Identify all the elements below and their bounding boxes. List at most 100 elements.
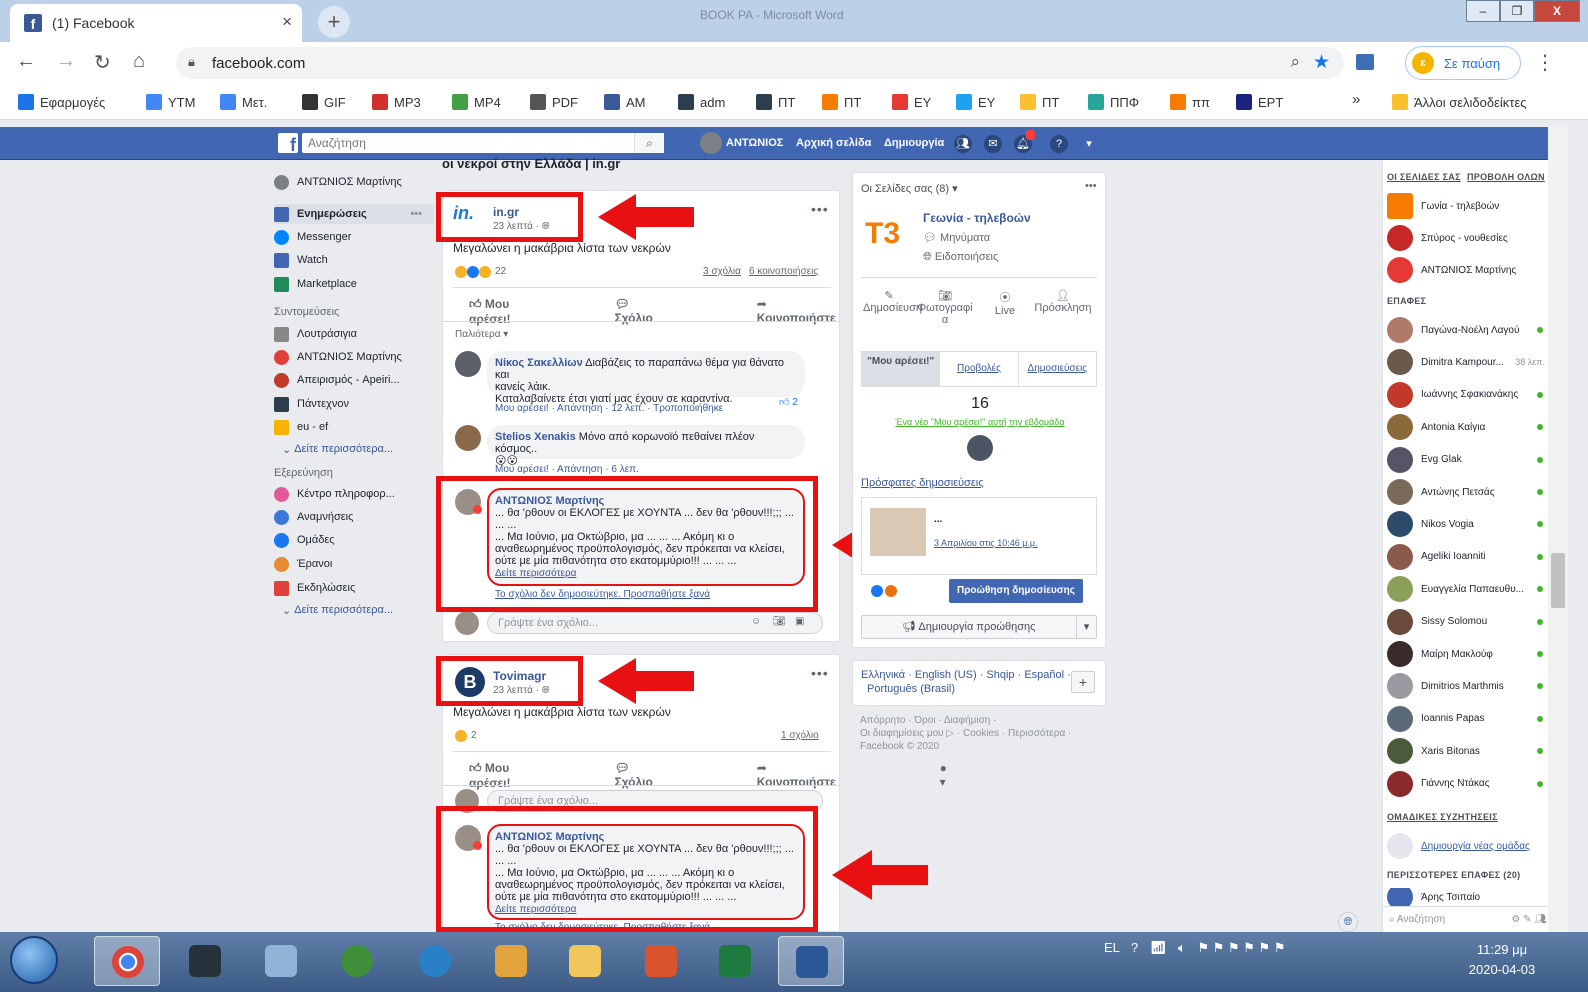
url-bar[interactable]: 🔒︎ facebook.com ⌕ ★ — [176, 47, 1344, 79]
page-name[interactable]: Γεωνία - τηλεβοών — [923, 211, 1031, 225]
recent-post-preview[interactable]: ... 3 Απριλίου στις 10:46 μ.μ. — [861, 497, 1097, 575]
tab-close-icon[interactable]: × — [282, 12, 292, 32]
bookmark-item[interactable]: GIF — [302, 94, 346, 110]
comments-count-link[interactable]: 3 σχόλια — [703, 266, 741, 277]
chat-options-icon[interactable]: ⚙ ✎ 👥︎ — [1511, 914, 1547, 925]
facebook-logo-icon[interactable]: f — [278, 133, 298, 155]
word-taskbar-button[interactable] — [778, 936, 844, 986]
create-link[interactable]: Δημιουργία — [884, 137, 944, 149]
post-menu-icon[interactable]: ••• — [811, 665, 829, 681]
photo-button[interactable]: 📷︎ Φωτογραφί α — [915, 289, 975, 326]
add-language-button[interactable]: + — [1071, 671, 1095, 693]
page-messages[interactable]: 💬︎ Μηνύματα — [923, 231, 990, 244]
bookmark-item[interactable]: ΠΤ — [822, 94, 861, 110]
nav-shortcut[interactable]: Λουτράσιγια — [274, 324, 434, 344]
minimize-button[interactable]: – — [1466, 0, 1500, 22]
new-like-link[interactable]: Ένα νέο "Μου αρέσει!" αυτή την εβδομάδα — [853, 417, 1107, 427]
chat-contact-row[interactable]: Sissy Solomou — [1387, 608, 1547, 636]
bookmark-item[interactable]: MP4 — [452, 94, 501, 110]
nav-profile[interactable]: ΑΝΤΩΝΙΟΣ Μαρτίνης — [274, 172, 434, 192]
dropdown-arrow-icon[interactable]: ▾ — [1076, 616, 1096, 638]
live-button[interactable]: ⦿ Live — [987, 289, 1023, 317]
comments-count-link[interactable]: 1 σχόλιο — [781, 730, 819, 741]
profile-link[interactable]: ΑΝΤΩΝΙΟΣ — [726, 137, 783, 149]
bookmark-item[interactable]: ΠΤ — [1020, 94, 1059, 110]
chat-contact-row[interactable]: Antonia Καίγια — [1387, 413, 1547, 441]
chat-page-row[interactable]: Σπύρος - vουθεσίες — [1387, 224, 1547, 252]
chrome-taskbar-button[interactable] — [94, 936, 160, 986]
chat-contact-row[interactable]: Παγώνα-Νοέλη Λαγού — [1387, 316, 1547, 344]
page-logo-icon[interactable]: T3 — [865, 213, 907, 255]
commenter-avatar[interactable] — [455, 351, 481, 377]
bookmark-item[interactable]: PDF — [530, 94, 578, 110]
more-dots-icon[interactable]: ••• — [1085, 180, 1097, 192]
messenger-icon[interactable]: ✉ — [984, 135, 1002, 153]
maximize-button[interactable]: ❐ — [1500, 0, 1534, 22]
bookmark-item[interactable]: Εφαρμογές — [18, 94, 105, 110]
create-group-row[interactable]: Δημιουργία νέας ομάδας — [1387, 832, 1547, 860]
recent-posts-link[interactable]: Πρόσφατες δημοσιεύσεις — [861, 477, 984, 489]
chat-page-row[interactable]: ΑΝΤΩΝΙΟΣ Μαρτίνης — [1387, 256, 1547, 284]
comment-sort-dropdown[interactable]: Παλιότερα ▾ — [455, 329, 508, 340]
app-taskbar-button[interactable] — [478, 936, 544, 986]
tab-likes[interactable]: "Μου αρέσει!" — [862, 352, 940, 386]
bookmark-item[interactable]: ΠΠΦ — [1088, 94, 1139, 110]
nav-explore[interactable]: Ομάδες — [274, 530, 434, 550]
powerpoint-taskbar-button[interactable] — [628, 936, 694, 986]
bookmark-star-icon[interactable]: ★ — [1313, 51, 1330, 74]
footer-line[interactable]: Οι διαφημίσεις μου ▷ · Cookies · Περισσό… — [860, 728, 1071, 739]
browser-tab[interactable]: f (1) Facebook × — [10, 4, 302, 42]
commenter-name[interactable]: Νίκος Σακελλίων — [495, 357, 583, 369]
audience-selector[interactable]: ● ▾ — [940, 761, 947, 790]
footer-line[interactable]: Απόρρητο · Όροι · Διαφήμιση · — [860, 715, 996, 726]
extension-icon[interactable] — [1356, 54, 1374, 70]
nav-explore[interactable]: Εκδηλώσεις — [274, 578, 434, 598]
start-button[interactable] — [10, 936, 58, 984]
app-taskbar-button[interactable] — [324, 936, 390, 986]
avatar[interactable] — [967, 435, 993, 461]
chat-contact-row[interactable]: Dimitrios Marthmis — [1387, 672, 1547, 700]
reaction-count[interactable]: 22 — [495, 266, 506, 277]
nav-shortcut[interactable]: eu - ef — [274, 417, 434, 437]
chat-contact-row[interactable]: Ioannis Papas — [1387, 705, 1547, 733]
bookmark-item[interactable]: YTM — [146, 94, 195, 110]
nav-shortcut[interactable]: Απειρισμός - Apeiri... — [274, 370, 434, 390]
see-more-shortcuts[interactable]: ⌄ Δείτε περισσότερα... — [274, 439, 434, 459]
calculator-taskbar-button[interactable] — [248, 936, 314, 986]
nav-shortcut[interactable]: Πάντεχνον — [274, 394, 434, 414]
search-icon[interactable]: ⌕ — [634, 133, 664, 153]
chat-contact-row[interactable]: Xaris Bitonas — [1387, 737, 1547, 765]
nav-shortcut[interactable]: ΑΝΤΩΝΙΟΣ Μαρτίνης — [274, 347, 434, 367]
chat-contact-row[interactable]: Αντώνης Πετσάς — [1387, 478, 1547, 506]
page-scrollbar[interactable] — [1548, 127, 1568, 932]
tray-icons[interactable]: ⚑ ⚑ ⚑ ⚑ ⚑ ⚑ — [1197, 940, 1285, 955]
nav-watch[interactable]: Watch — [274, 250, 434, 270]
bookmark-item[interactable]: ππ — [1170, 94, 1210, 110]
forward-icon[interactable]: → — [56, 50, 76, 73]
chat-contact-row[interactable]: Άρης Τσιπαίο — [1387, 888, 1547, 906]
more-dots-icon[interactable]: ••• — [410, 208, 422, 220]
scrollbar-thumb[interactable] — [1551, 553, 1565, 608]
see-more-explore[interactable]: ⌄ Δείτε περισσότερα... — [274, 600, 434, 620]
nav-explore[interactable]: Κέντρο πληροφορ... — [274, 484, 434, 504]
movie-maker-taskbar-button[interactable] — [172, 936, 238, 986]
invite-button[interactable]: 👤︎ Πρόσκληση — [1031, 289, 1095, 314]
chat-contact-row[interactable]: Evg Glak — [1387, 446, 1547, 474]
chat-contact-row[interactable]: Ageliki Ioanniti — [1387, 543, 1547, 571]
language-links[interactable]: Ελληνικά · English (US) · Shqip · Españo… — [861, 669, 1071, 681]
bookmark-item[interactable]: AM — [604, 94, 646, 110]
friend-requests-icon[interactable]: 👥︎ — [954, 135, 972, 153]
bookmark-item[interactable]: ΠΤ — [756, 94, 795, 110]
chat-search-input[interactable]: ⌕ Αναζήτηση ⚙ ✎ 👥︎ — [1383, 906, 1555, 932]
volume-icon[interactable]: 🔈︎ — [1178, 940, 1186, 955]
nav-explore[interactable]: Αναμνήσεις — [274, 507, 434, 527]
home-icon[interactable]: ⌂ — [133, 50, 145, 73]
network-icon[interactable]: 📶︎ — [1150, 940, 1167, 955]
create-promotion-button[interactable]: 📢︎ Δημιουργία προώθησης ▾ — [861, 615, 1097, 639]
comment-meta[interactable]: Μου αρέσει! · Απάντηση · 12 λεπ. · Τροπο… — [495, 403, 723, 414]
bookmark-item[interactable]: adm — [678, 94, 725, 110]
publish-button[interactable]: ✎ Δημοσίευση — [863, 289, 922, 314]
shares-count-link[interactable]: 6 κοινοποιήσεις — [749, 266, 818, 277]
explorer-taskbar-button[interactable] — [552, 936, 618, 986]
app-taskbar-button[interactable] — [402, 936, 468, 986]
